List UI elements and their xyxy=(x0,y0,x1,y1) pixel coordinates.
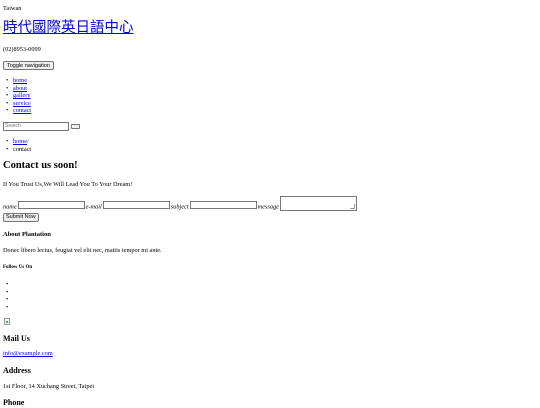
message-textarea[interactable] xyxy=(279,196,357,211)
nav-item-contact: contact xyxy=(6,107,31,115)
name-field[interactable] xyxy=(17,201,85,210)
nav-link-home[interactable]: home xyxy=(13,77,27,84)
social-link[interactable] xyxy=(6,289,19,297)
main-nav: home about gallery service contact xyxy=(6,77,31,115)
breadcrumb-separator: / xyxy=(27,138,29,145)
email-field[interactable] xyxy=(102,201,170,210)
breadcrumb-home-link[interactable]: home xyxy=(13,138,27,145)
message-label: message xyxy=(257,203,279,211)
name-label: name xyxy=(3,203,17,211)
about-heading: About Plantation xyxy=(3,231,51,238)
social-link[interactable] xyxy=(6,304,19,312)
social-link[interactable] xyxy=(6,281,19,289)
nav-item-gallery: gallery xyxy=(6,92,31,100)
breadcrumb-item-home: home/ xyxy=(6,138,31,146)
nav-link-gallery[interactable]: gallery xyxy=(13,92,30,99)
toggle-navigation-button[interactable]: Toggle navigation xyxy=(3,61,54,70)
brand-logo-link[interactable]: 時代國際英日語中心 xyxy=(3,20,134,37)
nav-item-home: home xyxy=(6,77,31,85)
follow-heading: Follow Us On xyxy=(3,265,33,270)
tagline: If You Trust Us,We Will Lead You To Your… xyxy=(3,181,133,188)
contact-form-fields: name e-mail subject message xyxy=(3,196,357,211)
page-title: Contact us soon! xyxy=(3,160,78,171)
nav-link-contact[interactable]: contact xyxy=(13,107,31,114)
breadcrumb: home/ contact xyxy=(6,138,31,154)
social-link[interactable] xyxy=(6,296,19,304)
nav-link-service[interactable]: service xyxy=(13,100,31,107)
search-form: Search xyxy=(3,122,80,131)
broken-image-icon xyxy=(4,318,10,325)
email-link[interactable]: info@example.com xyxy=(3,350,53,358)
about-text: Donec libero lectus, feugiat vel elit ne… xyxy=(3,247,162,254)
subject-field[interactable] xyxy=(189,201,257,210)
address-heading: Address xyxy=(3,366,31,375)
phone-heading: Phone xyxy=(3,398,25,407)
email-label: e-mail xyxy=(85,203,102,211)
address-text: 1st Floor, 14 Xuchang Street, Taipei xyxy=(3,383,95,390)
nav-link-about[interactable]: about xyxy=(13,85,27,92)
breadcrumb-item-current: contact xyxy=(6,146,31,154)
mail-heading: Mail Us xyxy=(3,334,30,343)
submit-button[interactable]: Submit Now xyxy=(3,213,39,222)
search-button[interactable] xyxy=(71,124,80,129)
region-label: Taiwan xyxy=(3,5,22,12)
header-phone: (02)8953-0099 xyxy=(3,46,41,53)
nav-item-about: about xyxy=(6,85,31,93)
search-input[interactable]: Search xyxy=(3,122,69,131)
social-links xyxy=(6,281,19,312)
subject-label: subject xyxy=(170,203,189,211)
nav-item-service: service xyxy=(6,100,31,108)
